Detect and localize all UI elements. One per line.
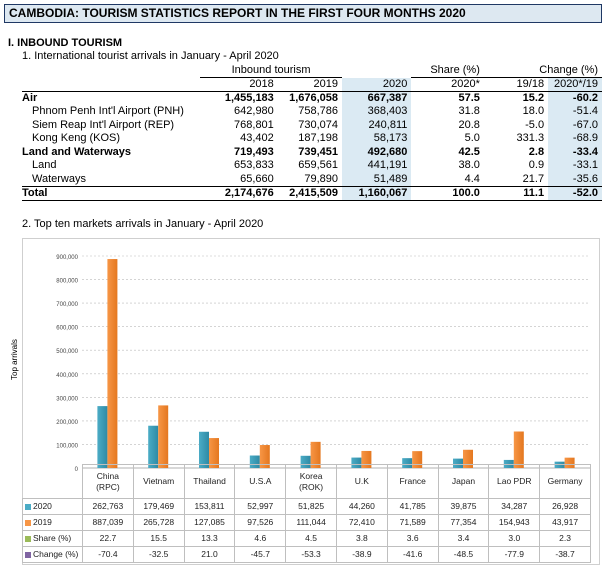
category-line: Vietnam <box>143 476 175 486</box>
category-line: Germany <box>547 476 583 486</box>
table-header: China (RPC) Vietnam Thailand U.S.A Korea (ROK)… <box>23 464 591 499</box>
legend-swatch <box>25 551 31 558</box>
category-line: Thailand <box>193 476 226 486</box>
y-tick-label: 500,000 <box>56 349 78 355</box>
category-line: China <box>96 470 119 481</box>
data-cell: -48.5 <box>437 546 490 563</box>
data-cell: 72,410 <box>335 514 388 531</box>
data-cell: 51,825 <box>285 498 337 515</box>
data-cell: 71,589 <box>386 514 439 531</box>
legend-swatch <box>25 519 31 526</box>
bar-2020 <box>148 425 159 468</box>
y-axis-label: Top arrivals <box>10 339 19 380</box>
legend-label: 2020 <box>33 501 52 511</box>
data-cell: -32.5 <box>132 546 185 563</box>
data-cell: 41,785 <box>386 498 439 515</box>
category-label: China (RPC) <box>82 464 134 499</box>
data-cell: 77,354 <box>437 514 490 531</box>
category-line: U.S.A <box>249 476 272 486</box>
category-line: Lao PDR <box>497 476 532 486</box>
data-cell: -53.3 <box>285 546 337 563</box>
data-cell: -77.9 <box>488 546 541 563</box>
data-cell: 34,287 <box>488 498 541 515</box>
data-cell: 43,917 <box>539 514 591 531</box>
category-label: Germany <box>539 464 591 499</box>
bar-2020 <box>97 406 108 468</box>
legend-label: Change (%) <box>33 549 79 559</box>
row-header: 2020 <box>22 498 83 515</box>
legend-label: 2019 <box>33 517 52 527</box>
data-cell: 13.3 <box>183 530 236 547</box>
category-line: (RPC) <box>96 481 120 492</box>
y-tick-label: 300,000 <box>56 396 78 402</box>
category-line: (ROK) <box>299 481 324 492</box>
category-label: Vietnam <box>132 464 185 499</box>
data-cell: 39,875 <box>437 498 490 515</box>
data-cell: -38.9 <box>335 546 388 563</box>
table-row: Change (%) -70.4 -32.5 21.0 -45.7 -53.3 -38.9-… <box>22 546 591 563</box>
table-row: 2020 262,763 179,469 153,811 52,997 51,825 44,… <box>22 498 591 515</box>
data-cell: 2.3 <box>539 530 591 547</box>
category-label: Korea (ROK) <box>285 464 337 499</box>
data-cell: 887,039 <box>82 514 134 531</box>
chart-data-table: China (RPC) Vietnam Thailand U.S.A Korea (ROK)… <box>22 464 591 563</box>
data-cell: 179,469 <box>132 498 185 515</box>
data-cell: 4.6 <box>234 530 287 547</box>
bar-2019 <box>158 405 169 468</box>
legend-swatch <box>25 535 31 542</box>
data-cell: 15.5 <box>132 530 185 547</box>
y-tick-label: 200,000 <box>56 420 78 426</box>
data-cell: 26,928 <box>539 498 591 515</box>
data-cell: 3.0 <box>488 530 541 547</box>
data-cell: 111,044 <box>285 514 337 531</box>
category-label: U.S.A <box>234 464 287 499</box>
data-cell: 127,085 <box>183 514 236 531</box>
category-line: Japan <box>451 476 476 486</box>
data-cell: 3.6 <box>386 530 439 547</box>
row-header: Share (%) <box>22 530 83 547</box>
data-cell: 153,811 <box>183 498 236 515</box>
y-tick-label: 100,000 <box>56 443 78 449</box>
y-tick-label: 400,000 <box>56 373 78 379</box>
data-cell: 22.7 <box>82 530 134 547</box>
y-tick-label: 700,000 <box>56 302 78 308</box>
data-cell: 4.5 <box>285 530 337 547</box>
row-header: 2019 <box>22 514 83 531</box>
y-tick-label: 800,000 <box>56 279 78 285</box>
data-cell: 21.0 <box>183 546 236 563</box>
data-cell: 44,260 <box>335 498 388 515</box>
data-cell: 262,763 <box>82 498 134 515</box>
data-cell: -45.7 <box>234 546 287 563</box>
row-header: Change (%) <box>22 546 83 563</box>
data-cell: -38.7 <box>539 546 591 563</box>
data-cell: 97,526 <box>234 514 287 531</box>
bar-2019 <box>107 259 118 468</box>
legend-label: Share (%) <box>33 533 72 543</box>
data-cell: 265,728 <box>132 514 185 531</box>
y-tick-label: 600,000 <box>56 326 78 332</box>
category-line: Korea <box>299 470 323 481</box>
corner-cell <box>23 465 83 499</box>
data-cell: 154,943 <box>488 514 541 531</box>
category-line: France <box>399 476 426 486</box>
category-label: U.K <box>335 464 388 499</box>
data-cell: -70.4 <box>82 546 134 563</box>
y-tick-label: 900,000 <box>56 255 78 261</box>
table-row: 2019 887,039 265,728 127,085 97,526 111,044 72… <box>22 514 591 531</box>
legend-swatch <box>25 503 31 510</box>
category-label: France <box>386 464 439 499</box>
bar-2019 <box>513 431 524 468</box>
category-line: U.K <box>354 476 369 486</box>
data-cell: -41.6 <box>386 546 439 563</box>
bar-2020 <box>199 431 209 468</box>
category-label: Thailand <box>183 464 236 499</box>
table-row: Share (%) 22.7 15.5 13.3 4.6 4.5 3.8 3.6 3.4 3.0 2… <box>22 530 591 547</box>
data-cell: 3.4 <box>437 530 490 547</box>
category-label: Japan <box>437 464 490 499</box>
data-cell: 52,997 <box>234 498 287 515</box>
category-label: Lao PDR <box>488 464 541 499</box>
data-cell: 3.8 <box>335 530 388 547</box>
